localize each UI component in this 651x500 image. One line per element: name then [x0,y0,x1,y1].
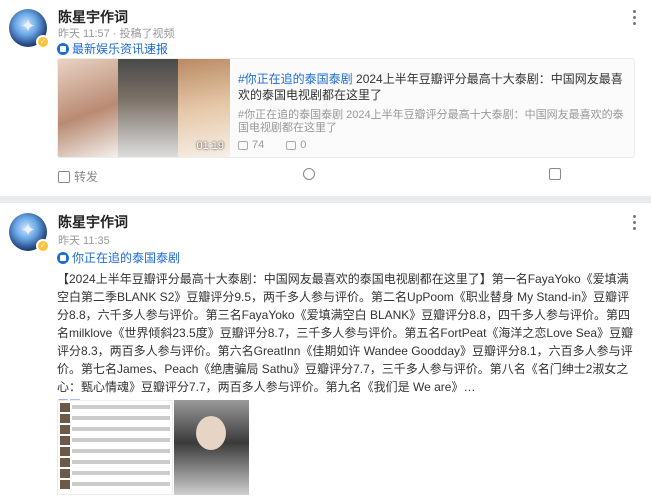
author-name[interactable]: 陈星宇作词 [58,212,128,232]
star-icon: ✦ [20,16,36,36]
post-meta: 昨天 11:35 [58,235,110,247]
danmaku-icon [286,140,297,150]
topic-label: 最新娱乐资讯速报 [72,42,169,56]
image-thumbnail-poster[interactable] [174,400,249,495]
video-duration: 01:19 [196,140,224,152]
author-avatar[interactable]: ✦ ✓ [9,213,50,253]
video-stats: 74 0 [238,139,328,151]
more-options-icon[interactable] [631,215,637,231]
video-hashtag[interactable]: #你正在追的泰国泰剧 [238,72,353,86]
more-options-icon[interactable] [631,10,637,26]
post-meta: 昨天 11:57 · 投稿了视频 [58,28,175,40]
topic-label: 你正在追的泰国泰剧 [72,251,181,265]
topic-link[interactable]: 你正在追的泰国泰剧 [57,249,180,266]
comment-icon [303,168,315,180]
video-title[interactable]: #你正在追的泰国泰剧 2024上半年豆瓣评分最高十大泰剧：中国网友最喜欢的泰国电… [238,71,630,103]
forward-icon [58,170,70,183]
author-name[interactable]: 陈星宇作词 [58,7,128,27]
topic-icon [57,42,69,55]
thumbs-up-icon [549,168,561,180]
image-gallery [57,400,249,495]
like-button[interactable] [549,168,565,180]
author-avatar[interactable]: ✦ ✓ [9,9,50,49]
post-body: 【2024上半年豆瓣评分最高十大泰剧：中国网友最喜欢的泰国电视剧都在这里了】第一… [57,270,635,414]
video-thumbnail[interactable]: 01:19 [58,59,230,157]
verified-badge-icon: ✓ [36,239,50,253]
video-repost-card[interactable]: 01:19 #你正在追的泰国泰剧 2024上半年豆瓣评分最高十大泰剧：中国网友最… [57,58,635,158]
comment-button[interactable] [303,168,319,180]
play-count: 74 [238,139,264,151]
feed-card-video: ✦ ✓ 陈星宇作词 昨天 11:57 · 投稿了视频 最新娱乐资讯速报 01:1… [0,0,651,196]
verified-badge-icon: ✓ [36,35,50,49]
danmaku-count: 0 [286,139,306,151]
play-icon [238,140,248,150]
forward-label: 转发 [74,170,99,184]
image-thumbnail-list[interactable] [57,400,173,495]
forward-button[interactable]: 转发 [58,168,98,185]
topic-icon [57,251,69,264]
star-icon: ✦ [20,220,36,240]
topic-link[interactable]: 最新娱乐资讯速报 [57,40,168,57]
post-text: 【2024上半年豆瓣评分最高十大泰剧：中国网友最喜欢的泰国电视剧都在这里了】第一… [57,272,634,394]
action-bar: 转发 [0,168,651,186]
video-description: #你正在追的泰国泰剧 2024上半年豆瓣评分最高十大泰剧：中国网友最喜欢的泰国电… [238,109,624,134]
